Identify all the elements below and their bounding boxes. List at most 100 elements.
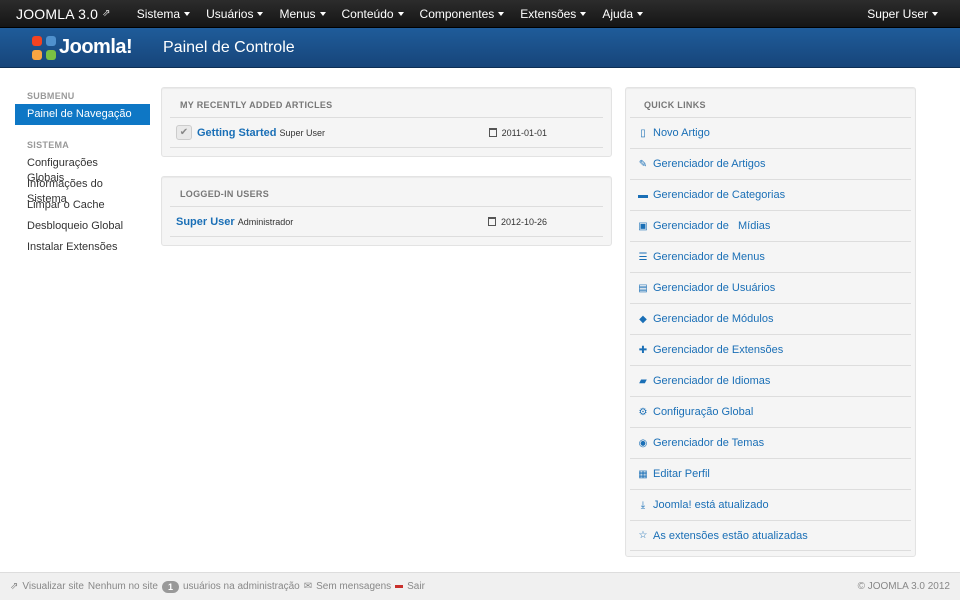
caret-down-icon xyxy=(932,12,938,16)
quick-link-menu-manager[interactable]: ☰ Gerenciador de Menus xyxy=(630,241,911,272)
logo-text: Joomla! xyxy=(59,36,133,58)
logout-link[interactable]: Sair xyxy=(395,581,425,592)
quick-link-template-manager[interactable]: ◉ Gerenciador de Temas xyxy=(630,427,911,458)
picture-icon: ▣ xyxy=(638,220,648,232)
logged-in-users-panel: LOGGED-IN USERS Super User Administrador… xyxy=(161,176,612,246)
page-header: Joomla! Painel de Controle xyxy=(0,28,960,68)
quick-link-joomla-update[interactable]: ⤓ Joomla! está atualizado xyxy=(630,489,911,520)
sidebar-item-install-extensions[interactable]: Instalar Extensões xyxy=(15,237,150,258)
list-icon: ☰ xyxy=(638,251,648,263)
list-item: Super User Administrador 2012-10-26 xyxy=(170,206,603,237)
quick-link-extension-manager[interactable]: ✚ Gerenciador de Extensões xyxy=(630,334,911,365)
main-menu: Sistema Usuários Menus Conteúdo Componen… xyxy=(129,0,651,28)
gear-icon: ⚙ xyxy=(638,406,648,418)
quick-link-label: Editar Perfil xyxy=(653,468,710,480)
user-link[interactable]: Super User xyxy=(176,216,235,228)
admin-users-status[interactable]: 1 usuários na administração xyxy=(161,580,300,593)
quick-link-module-manager[interactable]: ◆ Gerenciador de Módulos xyxy=(630,303,911,334)
visitors-status: Nenhum no site xyxy=(87,581,158,592)
brand-link[interactable]: JOOMLA 3.0 ⇗ xyxy=(0,6,129,22)
minus-icon xyxy=(395,585,404,588)
joomla-logo: Joomla! xyxy=(0,35,163,60)
sidebar-item-global-checkin[interactable]: Desbloqueio Global xyxy=(15,216,150,237)
article-link[interactable]: Getting Started xyxy=(197,127,276,139)
menu-extensoes[interactable]: Extensões xyxy=(512,0,594,28)
admin-users-label: usuários na administração xyxy=(182,581,300,592)
quick-link-label: Gerenciador de Idiomas xyxy=(653,375,771,387)
cube-icon: ◆ xyxy=(639,313,647,325)
menu-label: Menus xyxy=(279,6,316,21)
user-date: 2012-10-26 xyxy=(487,217,547,227)
quick-links-list: ▯ Novo Artigo ✎ Gerenciador de Artigos ▬ Ge… xyxy=(626,117,915,551)
logout-label: Sair xyxy=(407,581,425,592)
user-menu[interactable]: Super User xyxy=(859,0,960,28)
article-date: 2011-01-01 xyxy=(488,127,547,138)
pencil-icon: ✎ xyxy=(638,158,648,170)
quick-link-edit-profile[interactable]: ▦ Editar Perfil xyxy=(630,458,911,489)
caret-down-icon xyxy=(580,12,587,16)
menu-componentes[interactable]: Componentes xyxy=(412,0,513,28)
quick-link-article-manager[interactable]: ✎ Gerenciador de Artigos xyxy=(630,148,911,179)
user-name: Super User xyxy=(867,6,928,21)
caret-down-icon xyxy=(637,12,644,16)
sidebar-item-global-config[interactable]: Configurações Globais xyxy=(15,153,150,184)
check-icon: ✔ xyxy=(176,125,192,140)
quick-link-label: Joomla! está atualizado xyxy=(653,499,769,511)
copyright: © JOOMLA 3.0 2012 xyxy=(857,581,950,592)
user-icon: ▤ xyxy=(638,282,648,294)
quick-link-extension-update[interactable]: ☆ As extensões estão atualizadas xyxy=(630,520,911,551)
view-site-label: Visualizar site xyxy=(22,581,84,592)
caret-down-icon xyxy=(184,12,191,16)
brand-text: JOOMLA 3.0 xyxy=(16,5,99,22)
quick-link-label: Gerenciador de Temas xyxy=(653,437,765,449)
menu-label: Ajuda xyxy=(602,6,634,21)
page-title: Painel de Controle xyxy=(163,38,295,56)
profile-icon: ▦ xyxy=(638,468,648,480)
menu-sistema[interactable]: Sistema xyxy=(129,0,198,28)
quick-link-new-article[interactable]: ▯ Novo Artigo xyxy=(630,117,911,148)
menu-menus[interactable]: Menus xyxy=(271,0,333,28)
quick-links-panel: QUICK LINKS ▯ Novo Artigo ✎ Gerenciador de… xyxy=(625,87,916,557)
menu-ajuda[interactable]: Ajuda xyxy=(594,0,651,28)
date-text: 2011-01-01 xyxy=(501,127,547,138)
quick-link-user-manager[interactable]: ▤ Gerenciador de Usuários xyxy=(630,272,911,303)
comment-icon: ▰ xyxy=(639,375,647,387)
quick-link-label: Gerenciador de Usuários xyxy=(653,282,776,294)
panel-title: QUICK LINKS xyxy=(644,100,706,110)
menu-label: Conteúdo xyxy=(341,6,394,21)
quick-link-language-manager[interactable]: ▰ Gerenciador de Idiomas xyxy=(630,365,911,396)
view-site-link[interactable]: ⇗ Visualizar site xyxy=(10,581,84,592)
puzzle-icon: ✚ xyxy=(638,344,648,356)
menu-usuarios[interactable]: Usuários xyxy=(198,0,271,28)
menu-conteudo[interactable]: Conteúdo xyxy=(334,0,412,28)
menu-label: Usuários xyxy=(206,6,254,21)
sidebar-item-dashboard[interactable]: Painel de Navegação xyxy=(15,104,150,125)
joomla-logo-icon xyxy=(32,35,56,60)
file-icon: ▯ xyxy=(640,127,646,139)
external-link-icon: ⇗ xyxy=(10,581,19,592)
external-link-icon: ⇗ xyxy=(102,8,111,19)
system-header: SISTEMA xyxy=(27,140,70,150)
recent-articles-panel: MY RECENTLY ADDED ARTICLES ✔ Getting Sta… xyxy=(161,87,612,157)
user-role: Administrador xyxy=(237,216,294,227)
envelope-icon: ✉ xyxy=(303,581,313,592)
quick-link-label: As extensões estão atualizadas xyxy=(653,529,808,542)
quick-link-media-manager[interactable]: ▣ Gerenciador de Mídias xyxy=(630,210,911,241)
article-author: Super User xyxy=(279,127,325,138)
star-icon: ☆ xyxy=(638,530,648,541)
quick-link-label: Configuração Global xyxy=(653,406,754,418)
sidebar-item-clear-cache[interactable]: Limpar o Cache xyxy=(15,195,150,216)
status-footer: ⇗ Visualizar site Nenhum no site 1 usuário… xyxy=(0,572,960,600)
quick-link-label: Gerenciador de Mídias xyxy=(653,220,771,232)
sidebar-item-system-info[interactable]: Informações do Sistema xyxy=(15,174,150,205)
calendar-icon xyxy=(488,128,497,137)
calendar-icon xyxy=(487,217,496,226)
quick-link-global-config[interactable]: ⚙ Configuração Global xyxy=(630,396,911,427)
quick-link-label: Gerenciador de Módulos xyxy=(653,313,774,325)
messages-label: Sem mensagens xyxy=(316,581,392,592)
list-item: ✔ Getting Started Super User 2011-01-01 xyxy=(170,117,603,148)
quick-link-category-manager[interactable]: ▬ Gerenciador de Categorias xyxy=(630,179,911,210)
caret-down-icon xyxy=(498,12,505,16)
menu-label: Componentes xyxy=(419,6,495,21)
messages-status[interactable]: ✉ Sem mensagens xyxy=(304,581,391,592)
